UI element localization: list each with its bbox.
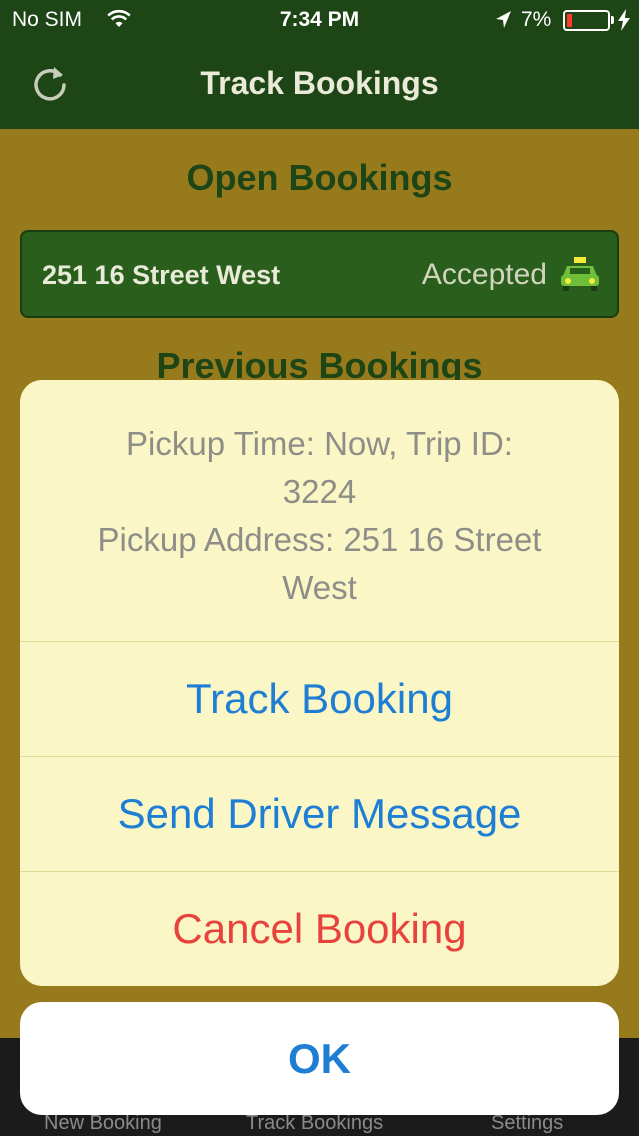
message-line: Pickup Address: 251 16 Street — [97, 521, 542, 558]
action-sheet: Pickup Time: Now, Trip ID: 3224 Pickup A… — [20, 380, 619, 986]
track-booking-button[interactable]: Track Booking — [20, 641, 619, 756]
message-line: West — [282, 569, 357, 606]
message-line: 3224 — [282, 473, 357, 510]
cancel-booking-button[interactable]: Cancel Booking — [20, 871, 619, 986]
ok-button[interactable]: OK — [20, 1002, 619, 1115]
message-line: Pickup Time: Now, Trip ID: — [126, 425, 513, 462]
action-sheet-message: Pickup Time: Now, Trip ID: 3224 Pickup A… — [50, 420, 589, 612]
send-driver-message-button[interactable]: Send Driver Message — [20, 756, 619, 871]
